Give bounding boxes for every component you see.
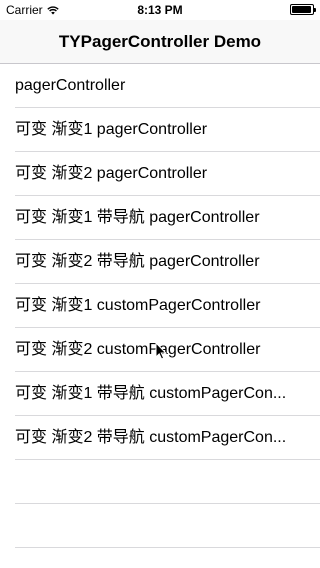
table-row[interactable]: 可变 渐变2 带导航 customPagerCon... [0,416,320,460]
row-label: 可变 渐变1 带导航 customPagerCon... [15,385,287,402]
table-row[interactable]: 可变 渐变1 带导航 customPagerCon... [0,372,320,416]
navigation-bar: TYPagerController Demo [0,20,320,64]
table-row[interactable]: 可变 渐变1 带导航 pagerController [0,196,320,240]
battery-icon [290,4,316,15]
table-view[interactable]: pagerController 可变 渐变1 pagerController 可… [0,64,320,548]
table-row[interactable]: 可变 渐变1 customPagerController [0,284,320,328]
table-row[interactable]: 可变 渐变2 带导航 pagerController [0,240,320,284]
empty-row [0,504,320,548]
row-label: 可变 渐变2 pagerController [15,165,208,182]
row-label: 可变 渐变2 带导航 pagerController [15,253,260,270]
app-screen: Carrier 8:13 PM TYPagerController Demo p… [0,0,320,568]
row-label: pagerController [15,77,126,94]
row-label: 可变 渐变1 pagerController [15,121,208,138]
table-row[interactable]: 可变 渐变1 pagerController [0,108,320,152]
status-time: 8:13 PM [137,3,183,17]
status-right [290,4,316,15]
row-label: 可变 渐变2 带导航 customPagerCon... [15,429,287,446]
empty-row [0,460,320,504]
row-label: 可变 渐变1 customPagerController [15,297,261,314]
mouse-pointer-icon [155,342,167,360]
table-row[interactable]: 可变 渐变2 pagerController [0,152,320,196]
page-title: TYPagerController Demo [58,32,262,51]
status-bar: Carrier 8:13 PM [0,0,320,20]
row-separator [15,547,320,548]
row-label: 可变 渐变1 带导航 pagerController [15,209,260,226]
table-row[interactable]: pagerController [0,64,320,108]
